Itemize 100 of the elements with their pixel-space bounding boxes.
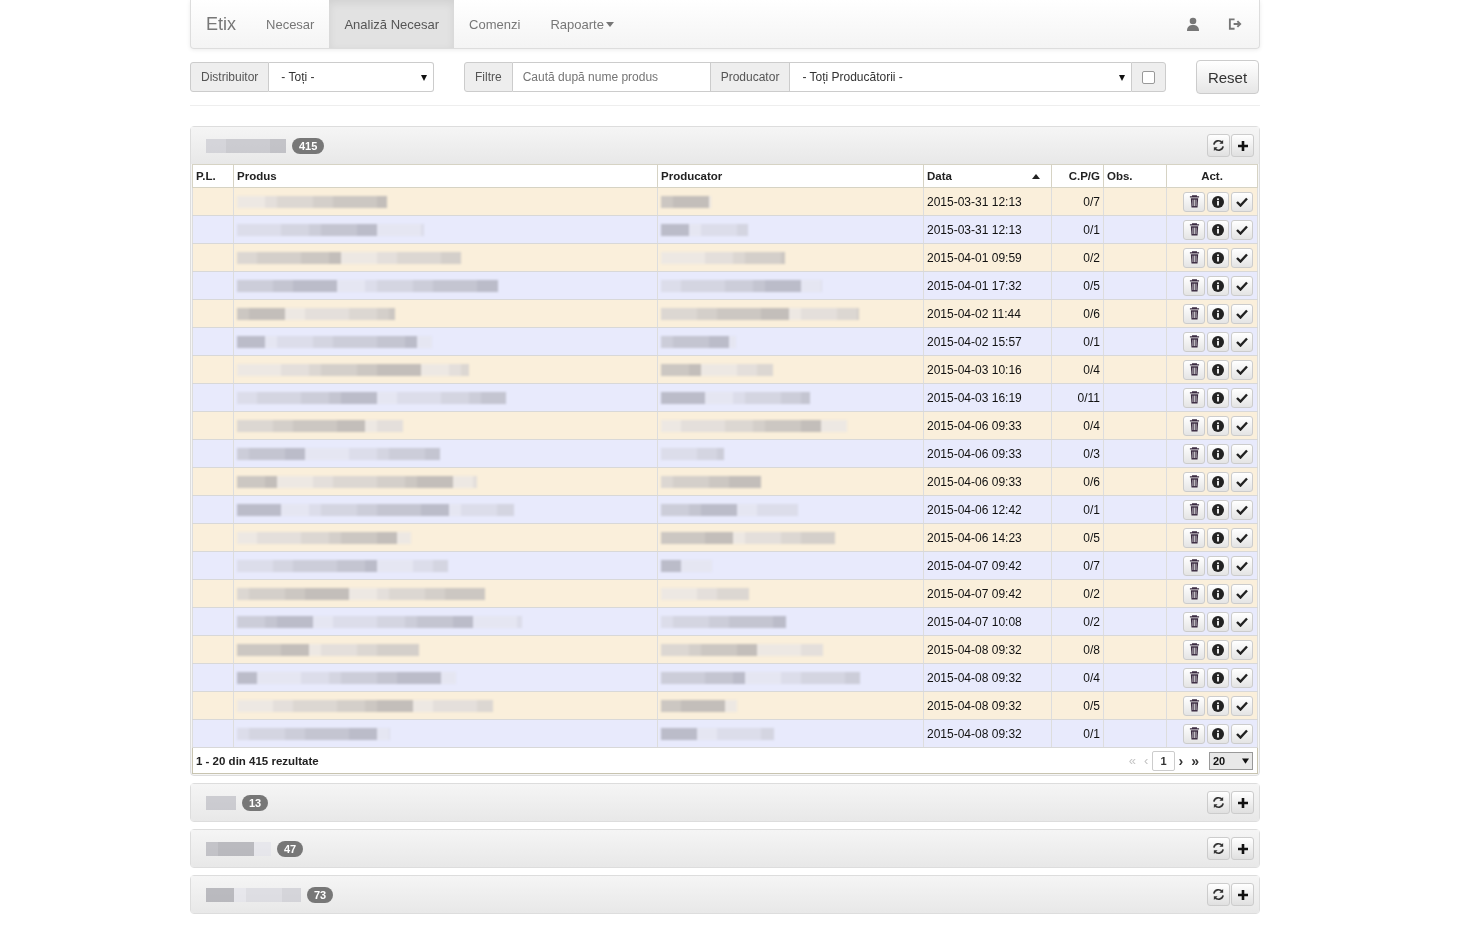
approve-button[interactable] [1231,387,1253,408]
info-button[interactable] [1207,219,1229,240]
approve-button[interactable] [1231,303,1253,324]
add-button[interactable] [1231,883,1254,906]
approve-button[interactable] [1231,191,1253,212]
nav-tab[interactable]: Necesar [251,0,330,48]
nav-tab[interactable]: Comenzi [454,0,536,48]
delete-button[interactable] [1183,275,1205,296]
approve-button[interactable] [1231,639,1253,660]
delete-button[interactable] [1183,639,1205,660]
info-button[interactable] [1207,555,1229,576]
reset-button[interactable]: Reset [1196,60,1259,94]
refresh-button[interactable] [1207,791,1230,814]
panel-header[interactable]: 73 [191,876,1259,913]
brand-logo[interactable]: Etix [191,0,251,48]
info-button[interactable] [1207,695,1229,716]
delete-button[interactable] [1183,583,1205,604]
column-header[interactable]: Data [923,164,1052,188]
delete-button[interactable] [1183,723,1205,744]
checkmark-icon [1236,644,1248,655]
pager-link[interactable]: › [1174,752,1188,769]
nav-tab[interactable]: Analiză Necesar [329,0,455,48]
approve-button[interactable] [1231,443,1253,464]
approve-button[interactable] [1231,247,1253,268]
column-header[interactable]: Produs [233,164,658,188]
logout-icon[interactable] [1228,17,1243,31]
producer-select[interactable]: - Toți Producătorii - [790,62,1131,92]
column-header[interactable]: Producator [657,164,924,188]
add-button[interactable] [1231,134,1254,157]
delete-button[interactable] [1183,695,1205,716]
delete-button[interactable] [1183,247,1205,268]
approve-button[interactable] [1231,331,1253,352]
info-button[interactable] [1207,499,1229,520]
add-button[interactable] [1231,837,1254,860]
approve-button[interactable] [1231,415,1253,436]
delete-button[interactable] [1183,387,1205,408]
info-button[interactable] [1207,387,1229,408]
approve-button[interactable] [1231,471,1253,492]
approve-button[interactable] [1231,695,1253,716]
info-button[interactable] [1207,303,1229,324]
delete-button[interactable] [1183,219,1205,240]
trash-icon [1188,391,1200,405]
column-header[interactable]: Act. [1166,164,1258,188]
info-button[interactable] [1207,191,1229,212]
delete-button[interactable] [1183,667,1205,688]
delete-button[interactable] [1183,471,1205,492]
refresh-button[interactable] [1207,837,1230,860]
checkbox[interactable] [1142,70,1155,84]
info-button[interactable] [1207,443,1229,464]
panel-header[interactable]: 13 [191,784,1259,821]
info-button[interactable] [1207,247,1229,268]
info-button[interactable] [1207,275,1229,296]
approve-button[interactable] [1231,275,1253,296]
approve-button[interactable] [1231,667,1253,688]
info-button[interactable] [1207,583,1229,604]
info-button[interactable] [1207,471,1229,492]
search-field[interactable]: Caută după nume produs [512,62,710,92]
dropdown-icon [1242,757,1249,764]
delete-button[interactable] [1183,191,1205,212]
column-header[interactable]: C.P/G [1051,164,1104,188]
approve-button[interactable] [1231,499,1253,520]
distributor-select[interactable]: - Toți - [269,62,434,92]
info-button[interactable] [1207,415,1229,436]
delete-button[interactable] [1183,499,1205,520]
column-header[interactable]: Obs. [1103,164,1167,188]
pager-link[interactable]: 1 [1152,750,1175,771]
column-header[interactable]: P.L. [192,164,234,188]
refresh-button[interactable] [1207,883,1230,906]
refresh-button[interactable] [1207,134,1230,157]
info-button[interactable] [1207,639,1229,660]
delete-button[interactable] [1183,331,1205,352]
user-icon[interactable] [1186,17,1200,31]
add-button[interactable] [1231,791,1254,814]
approve-button[interactable] [1231,555,1253,576]
delete-button[interactable] [1183,611,1205,632]
approve-button[interactable] [1231,219,1253,240]
info-button[interactable] [1207,359,1229,380]
nav-tab[interactable]: Rapoarte [535,0,629,48]
info-button[interactable] [1207,667,1229,688]
panel-header[interactable]: 47 [191,830,1259,867]
approve-button[interactable] [1231,611,1253,632]
panel-header[interactable]: 415 [191,127,1259,164]
page-size-select[interactable]: 20 [1209,751,1253,770]
delete-button[interactable] [1183,555,1205,576]
delete-button[interactable] [1183,443,1205,464]
delete-button[interactable] [1183,303,1205,324]
delete-button[interactable] [1183,359,1205,380]
info-button[interactable] [1207,331,1229,352]
approve-button[interactable] [1231,359,1253,380]
approve-button[interactable] [1231,527,1253,548]
checkmark-icon [1236,700,1248,711]
delete-button[interactable] [1183,415,1205,436]
info-button[interactable] [1207,611,1229,632]
approve-button[interactable] [1231,583,1253,604]
approve-button[interactable] [1231,723,1253,744]
delete-button[interactable] [1183,527,1205,548]
info-button[interactable] [1207,723,1229,744]
pager-link[interactable]: » [1187,752,1203,769]
info-button[interactable] [1207,527,1229,548]
plus-icon [1236,842,1249,855]
